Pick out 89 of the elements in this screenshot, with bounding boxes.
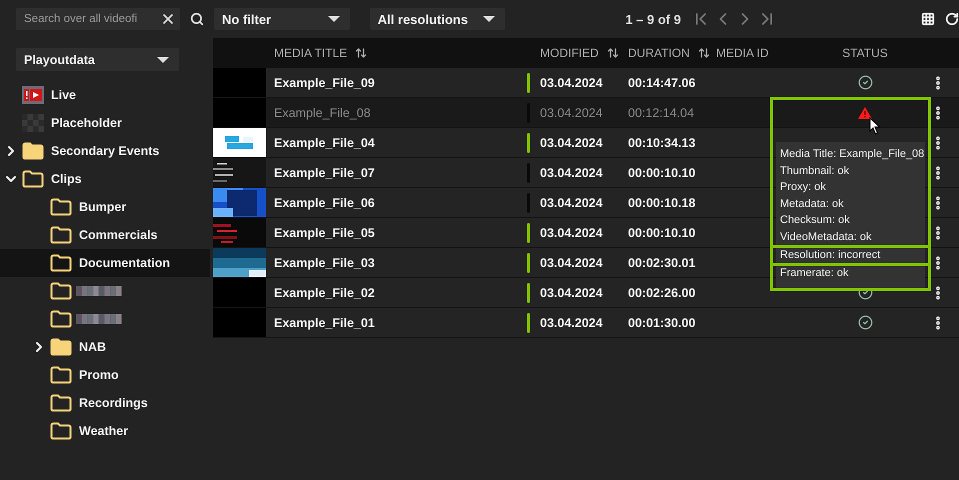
folder-icon: [50, 394, 72, 412]
filter-dropdown[interactable]: All resolutions: [370, 8, 506, 30]
tooltip-line: Checksum: ok: [779, 213, 851, 228]
modified-date: 03.04.2024: [540, 226, 604, 240]
column-header[interactable]: MEDIA TITLE: [266, 46, 527, 60]
tree-item[interactable]: Commercials: [0, 221, 210, 249]
tree-label: Secondary Events: [51, 144, 160, 158]
tree-label: Promo: [79, 368, 119, 382]
duration: 00:02:30.01: [628, 256, 696, 270]
modified-date: 03.04.2024: [540, 316, 604, 330]
sort-icon[interactable]: [606, 47, 619, 59]
tree-item[interactable]: Secondary Events: [0, 137, 210, 165]
tooltip-line: VideoMetadata: ok: [779, 230, 873, 244]
grid-icon[interactable]: [920, 12, 935, 26]
media-title: Example_File_08: [273, 106, 372, 120]
modified-date: 03.04.2024: [540, 166, 604, 180]
tree-label: Commercials: [79, 228, 158, 242]
duration: 00:00:10.10: [628, 166, 696, 180]
folder-icon: [50, 282, 72, 300]
tooltip-line: Resolution: incorrect: [779, 249, 882, 262]
folder-icon: [22, 142, 44, 160]
folder-icon: [50, 338, 72, 356]
source-dropdown[interactable]: Playoutdata: [16, 48, 179, 71]
folder-icon: [50, 422, 72, 440]
tree-item[interactable]: Documentation: [0, 249, 210, 277]
duration: 00:12:14.04: [628, 106, 696, 120]
folder-icon: [50, 366, 72, 384]
tooltip-line: Media Title: Example_File_08: [779, 147, 925, 162]
media-title: Example_File_07: [273, 166, 376, 180]
page-range: 1 – 9 of 9: [625, 12, 681, 26]
tree-label: Bumper: [79, 200, 126, 214]
search-field[interactable]: Search over all videofi: [16, 8, 180, 30]
media-title: Example_File_04: [273, 136, 376, 150]
tree-item[interactable]: Clips: [0, 165, 210, 193]
tree-label: Weather: [79, 424, 128, 438]
duration: 00:14:47.06: [628, 76, 696, 90]
filter-dropdown[interactable]: No filter: [214, 8, 350, 30]
duration: 00:02:26.00: [628, 286, 696, 300]
live-icon: [22, 86, 44, 104]
blurred-text-drawing: [76, 314, 122, 324]
modified-date: 03.04.2024: [540, 76, 604, 90]
sort-icon[interactable]: [698, 47, 710, 59]
refresh-icon[interactable]: [944, 12, 959, 26]
tree-label: Recordings: [79, 396, 148, 410]
tree-item[interactable]: Recordings: [0, 389, 210, 417]
folder-icon: [50, 226, 72, 244]
folder-icon: [50, 254, 72, 272]
modified-date: 03.04.2024: [540, 106, 604, 120]
search-icon[interactable]: [190, 12, 204, 26]
modified-date: 03.04.2024: [540, 256, 604, 270]
media-title: Example_File_05: [273, 226, 376, 240]
tooltip-line: Thumbnail: ok: [779, 164, 850, 178]
modified-date: 03.04.2024: [540, 286, 604, 300]
column-header[interactable]: MODIFIED: [540, 46, 628, 60]
tree-item[interactable]: Weather: [0, 417, 210, 445]
tree-label: Live: [51, 88, 76, 102]
tooltip-line: Framerate: ok: [779, 267, 850, 280]
folder-icon: [50, 198, 72, 216]
tree-label: Placeholder: [51, 116, 122, 130]
tree-item[interactable]: Placeholder: [0, 109, 210, 137]
tree-item[interactable]: NAB: [0, 333, 210, 361]
duration: 00:10:34.13: [628, 136, 696, 150]
duration: 00:00:10.10: [628, 226, 696, 240]
tooltip-line: Metadata: ok: [779, 196, 845, 212]
tree-item[interactable]: Live: [0, 81, 210, 109]
column-header: MEDIA ID: [716, 46, 770, 60]
clear-icon[interactable]: [160, 11, 176, 27]
tree-label: Clips: [51, 172, 82, 186]
media-title: Example_File_02: [273, 286, 376, 300]
folder-icon: [22, 170, 44, 188]
tooltip-line: Proxy: ok: [779, 180, 827, 195]
modified-date: 03.04.2024: [540, 196, 604, 210]
cursor-icon: [869, 117, 881, 135]
modified-date: 03.04.2024: [540, 136, 604, 150]
tree-label: Documentation: [79, 256, 170, 270]
blurred-text-drawing: [76, 286, 122, 296]
column-header[interactable]: DURATION: [628, 46, 716, 60]
media-title: Example_File_09: [273, 76, 376, 90]
media-title: Example_File_06: [273, 196, 376, 210]
media-title: Example_File_03: [273, 256, 376, 270]
tree-item[interactable]: Bumper: [0, 193, 210, 221]
duration: 00:00:10.18: [628, 196, 696, 210]
sort-icon[interactable]: [355, 47, 368, 59]
tree-item[interactable]: Promo: [0, 361, 210, 389]
media-title: Example_File_01: [273, 316, 376, 330]
tree-label: NAB: [79, 340, 106, 354]
folder-icon: [50, 310, 72, 328]
column-header: STATUS: [841, 46, 889, 60]
duration: 00:01:30.00: [628, 316, 696, 330]
